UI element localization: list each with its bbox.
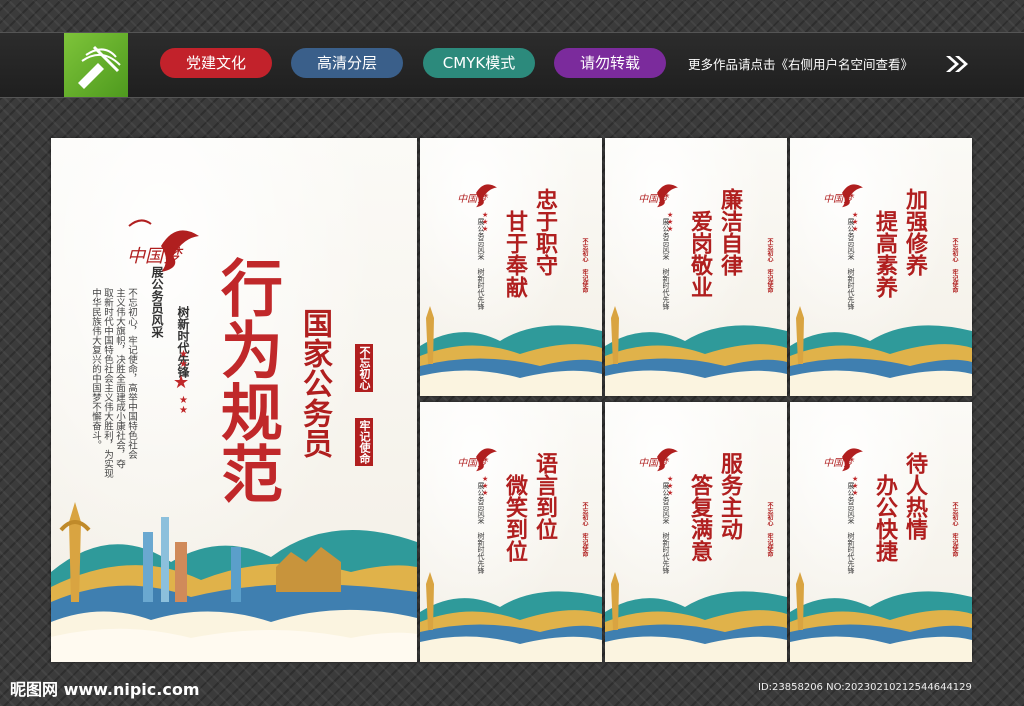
china-dream-logo: 中国梦: [638, 184, 678, 208]
poster-title-line2: 提高素养: [872, 210, 898, 298]
china-dream-logo: 中国梦: [457, 184, 497, 208]
double-chevron-right-icon[interactable]: [944, 54, 970, 74]
svg-text:中国梦: 中国梦: [638, 193, 670, 205]
star-icon-large: ★: [173, 372, 190, 393]
star-icon: ★ ★: [179, 349, 188, 370]
china-dream-logo: 中国梦: [823, 448, 863, 472]
poster-title-line1: 廉洁自律: [717, 188, 743, 276]
stamp-keep-mission: 牢记使命: [355, 418, 373, 466]
site-watermark: 昵图网 www.nipic.com: [10, 680, 200, 699]
main-body-text: 不忘初心，牢记使命，高举中国特色社会 主义伟大旗帜，决胜全面建成小康社会，夺 取…: [90, 288, 137, 478]
poster-title-line2: 爱岗敬业: [687, 210, 713, 298]
poster-stamp: 不忘初心 牢记使命: [581, 502, 588, 557]
poster-title-line1: 忠于职守: [532, 188, 558, 276]
svg-text:中国梦: 中国梦: [457, 193, 489, 205]
main-slogan-1: 展公务员风采: [150, 266, 164, 338]
svg-text:中国梦: 中国梦: [127, 246, 184, 267]
poster-title-line1: 待人热情: [902, 452, 928, 540]
scenery-illustration: [420, 306, 602, 396]
star-icon: ★ ★ ★: [667, 211, 674, 233]
china-dream-logo: 中国梦: [457, 448, 497, 472]
main-subtitle: 国家公务员: [297, 308, 332, 458]
star-icon: ★ ★: [179, 395, 188, 416]
svg-text:中国梦: 中国梦: [823, 457, 855, 469]
poster-stamp: 不忘初心 牢记使命: [951, 502, 958, 557]
poster-title-line1: 加强修养: [902, 188, 928, 276]
poster-title-line2: 答复满意: [687, 474, 713, 562]
poster-stamp: 不忘初心 牢记使命: [766, 502, 773, 557]
tag-party-culture[interactable]: 党建文化: [160, 48, 272, 78]
pen-nib-icon[interactable]: [64, 33, 128, 97]
poster-speech: 中国梦 语言到位 微笑到位 展公务员风采 树新时代先锋 不忘初心 牢记使命 ★ ★…: [420, 402, 602, 662]
star-icon: ★ ★ ★: [852, 211, 859, 233]
poster-title-line2: 办公快捷: [872, 474, 898, 562]
stamp-never-forget: 不忘初心: [355, 344, 373, 392]
scenery-illustration: [790, 306, 972, 396]
star-icon: ★ ★ ★: [482, 475, 489, 497]
poster-title-line1: 服务主动: [717, 452, 743, 540]
poster-stamp: 不忘初心 牢记使命: [951, 238, 958, 293]
scenery-illustration: [790, 572, 972, 662]
svg-text:中国梦: 中国梦: [638, 457, 670, 469]
poster-title-line2: 甘于奉献: [502, 210, 528, 298]
tag-hd-layers[interactable]: 高清分层: [291, 48, 403, 78]
scenery-illustration: [605, 306, 787, 396]
image-id-text: ID:23858206 NO:20230210212544644129: [758, 682, 972, 693]
china-dream-logo: 中国梦: [638, 448, 678, 472]
scenery-illustration: [420, 572, 602, 662]
star-icon: ★ ★ ★: [667, 475, 674, 497]
poster-title-line1: 语言到位: [532, 452, 558, 540]
poster-service: 中国梦 服务主动 答复满意 展公务员风采 树新时代先锋 不忘初心 牢记使命 ★ ★…: [605, 402, 787, 662]
poster-integrity: 中国梦 廉洁自律 爱岗敬业 展公务员风采 树新时代先锋 不忘初心 牢记使命 ★ ★…: [605, 138, 787, 396]
poster-duty: 中国梦 忠于职守 甘于奉献 展公务员风采 树新时代先锋 不忘初心 牢记使命 ★ ★…: [420, 138, 602, 396]
star-icon: ★ ★ ★: [482, 211, 489, 233]
poster-hospitality: 中国梦 待人热情 办公快捷 展公务员风采 树新时代先锋 不忘初心 牢记使命 ★ ★…: [790, 402, 972, 662]
scenery-illustration: [605, 572, 787, 662]
svg-text:中国梦: 中国梦: [823, 193, 855, 205]
more-works-link[interactable]: 更多作品请点击《右侧用户名空间查看》: [688, 54, 913, 73]
svg-text:中国梦: 中国梦: [457, 457, 489, 469]
star-icon: ★ ★ ★: [852, 475, 859, 497]
main-poster: 中国梦 行为规范 国家公务员 不忘初心 牢记使命 展公务员风采 树新时代先锋 ★…: [51, 138, 417, 662]
scenery-illustration: [51, 502, 417, 662]
tag-cmyk[interactable]: CMYK模式: [423, 48, 535, 78]
tag-no-repost[interactable]: 请勿转载: [554, 48, 666, 78]
poster-title-line2: 微笑到位: [502, 474, 528, 562]
poster-cultivation: 中国梦 加强修养 提高素养 展公务员风采 树新时代先锋 不忘初心 牢记使命 ★ ★…: [790, 138, 972, 396]
poster-stamp: 不忘初心 牢记使命: [766, 238, 773, 293]
poster-stamp: 不忘初心 牢记使命: [581, 238, 588, 293]
china-dream-logo: 中国梦: [823, 184, 863, 208]
